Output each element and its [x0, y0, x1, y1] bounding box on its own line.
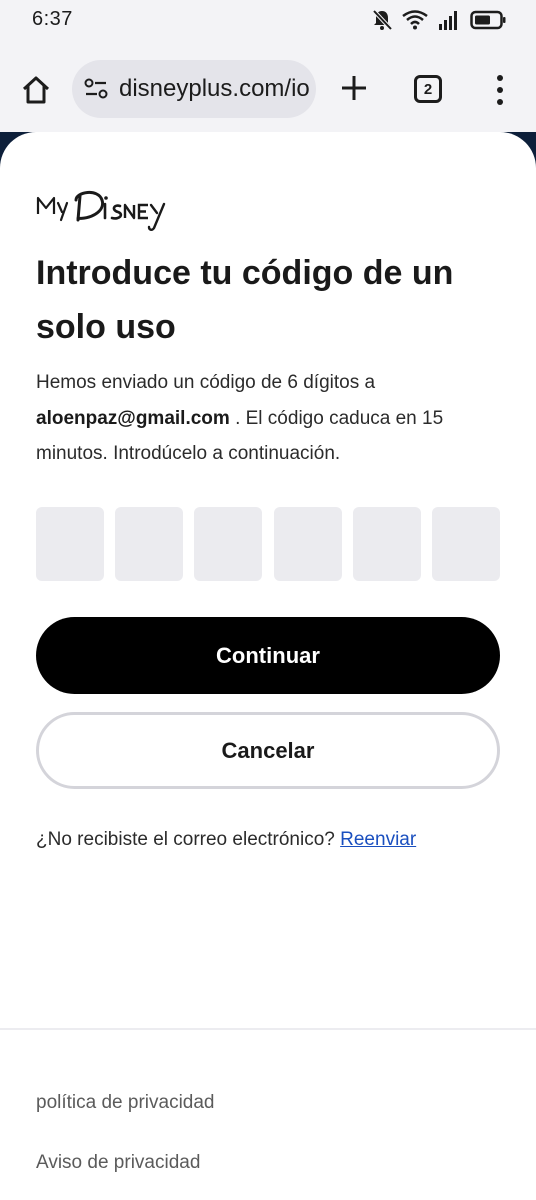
code-digit-3[interactable]	[194, 507, 263, 581]
cancel-button[interactable]: Cancelar	[36, 712, 500, 789]
notifications-off-icon	[372, 9, 392, 31]
more-menu-icon[interactable]	[487, 72, 513, 108]
privacy-notice-link[interactable]: Aviso de privacidad	[36, 1152, 200, 1174]
address-bar[interactable]: disneyplus.com/io	[72, 60, 316, 118]
battery-icon	[470, 10, 506, 30]
site-settings-icon[interactable]	[84, 78, 108, 100]
code-digit-4[interactable]	[273, 507, 342, 581]
code-digit-1[interactable]	[36, 507, 104, 581]
home-button[interactable]	[16, 70, 56, 110]
code-input-row	[36, 507, 500, 581]
tab-switcher-button[interactable]: 2	[414, 75, 442, 103]
new-tab-icon[interactable]	[336, 70, 372, 106]
footer-divider	[0, 1028, 536, 1030]
email-address: aloenpaz@gmail.com	[36, 407, 230, 429]
continue-button[interactable]: Continuar	[36, 617, 500, 694]
code-digit-6[interactable]	[431, 507, 500, 581]
code-digit-5[interactable]	[352, 507, 421, 581]
mydisney-logo	[36, 191, 166, 231]
resend-prompt-text: ¿No recibiste el correo electrónico?	[36, 829, 341, 850]
login-card: Introduce tu código de un solo uso Hemos…	[0, 132, 536, 1200]
privacy-policy-link[interactable]: política de privacidad	[36, 1092, 215, 1114]
home-icon	[22, 76, 50, 104]
browser-toolbar: disneyplus.com/io 2	[0, 42, 536, 132]
page-title: Introduce tu código de un solo uso	[36, 254, 454, 346]
resend-prompt: ¿No recibiste el correo electrónico? Ree…	[36, 829, 416, 851]
status-icons	[372, 9, 506, 31]
resend-link[interactable]: Reenviar	[340, 829, 416, 850]
description-text: Hemos enviado un código de 6 dígitos a	[36, 372, 376, 393]
status-bar: 6:37	[0, 0, 536, 42]
code-digit-2[interactable]	[115, 507, 184, 581]
url-text[interactable]: disneyplus.com/io	[119, 75, 310, 103]
wifi-icon	[402, 10, 428, 30]
status-time: 6:37	[32, 8, 73, 30]
signal-icon	[439, 11, 457, 30]
description: Hemos enviado un código de 6 dígitos a a…	[36, 365, 488, 472]
